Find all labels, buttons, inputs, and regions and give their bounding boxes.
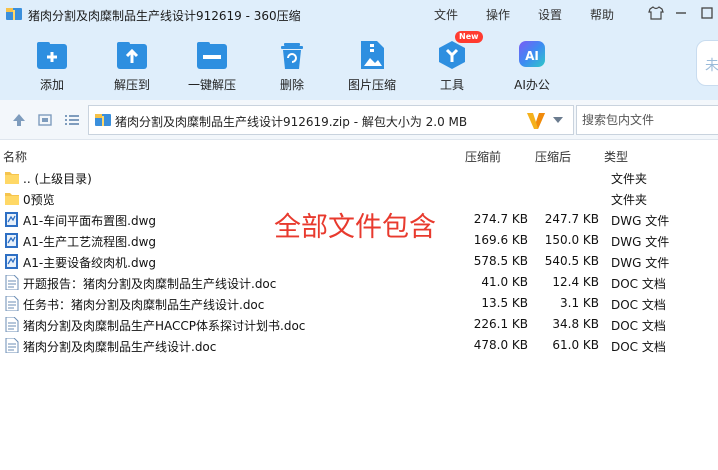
maximize-icon[interactable] <box>696 3 718 23</box>
menu-operate[interactable]: 操作 <box>486 6 510 23</box>
file-name: .. (上级目录) <box>23 172 92 186</box>
file-row[interactable]: 猪肉分割及肉糜制品生产HACCP体系探讨计划书.doc 226.1 KB 34.8 … <box>0 314 718 335</box>
side-panel-tab[interactable]: 未 <box>696 40 718 86</box>
file-type: DOC 文档 <box>611 319 666 333</box>
path-dropdown-icon[interactable] <box>553 117 563 123</box>
tools-button[interactable]: 工具 <box>422 38 482 96</box>
tools-icon <box>439 41 465 69</box>
file-row[interactable]: 开题报告：猪肉分割及肉糜制品生产线设计.doc 41.0 KB 12.4 KB DOC… <box>0 272 718 293</box>
file-size-after: 61.0 KB <box>552 338 599 352</box>
column-header-name[interactable]: 名称 <box>3 148 27 165</box>
file-type: DWG 文件 <box>611 235 670 249</box>
v-logo-icon[interactable] <box>524 108 548 132</box>
file-name: 任务书：猪肉分割及肉糜制品生产线设计.doc <box>23 298 265 312</box>
doc-file-icon <box>4 295 20 312</box>
file-row[interactable]: 任务书：猪肉分割及肉糜制品生产线设计.doc 13.5 KB 3.1 KB DOC 文… <box>0 293 718 314</box>
image-compress-icon <box>361 41 384 69</box>
up-arrow-icon[interactable] <box>11 112 27 128</box>
file-size-before: 274.7 KB <box>473 212 528 226</box>
ai-icon-text: AI <box>525 49 539 63</box>
file-type: DOC 文档 <box>611 340 666 354</box>
file-size-after: 34.8 KB <box>552 317 599 331</box>
file-name: A1-主要设备绞肉机.dwg <box>23 256 157 270</box>
file-name: 开题报告：猪肉分割及肉糜制品生产线设计.doc <box>23 277 277 291</box>
overlay-caption: 全部文件包含 <box>274 212 436 243</box>
one-click-extract-button[interactable]: 一键解压 <box>182 38 242 96</box>
image-compress-button[interactable]: 图片压缩 <box>342 38 402 96</box>
file-name: A1-生产工艺流程图.dwg <box>23 235 157 249</box>
dwg-file-icon <box>4 233 20 248</box>
app-window: 猪肉分割及肉糜制品生产线设计912619 - 360压缩 文件 操作 设置 帮助… <box>0 0 718 470</box>
column-header-type[interactable]: 类型 <box>604 148 628 165</box>
doc-file-icon <box>4 274 20 291</box>
side-tab-text: 未 <box>705 58 718 74</box>
new-badge: New <box>455 31 483 43</box>
doc-file-icon <box>4 316 20 333</box>
path-text: 猪肉分割及肉糜制品生产线设计912619.zip - 解包大小为 2.0 MB <box>115 115 468 129</box>
column-header-compressed[interactable]: 压缩前 <box>465 148 501 165</box>
file-row[interactable]: A1-主要设备绞肉机.dwg 578.5 KB 540.5 KB DWG 文件 <box>0 251 718 272</box>
add-icon <box>37 42 67 69</box>
delete-label: 删除 <box>279 78 304 92</box>
add-label: 添加 <box>39 78 64 92</box>
file-size-before: 13.5 KB <box>481 296 528 310</box>
menu-file[interactable]: 文件 <box>434 6 458 23</box>
extract-to-label: 解压到 <box>113 78 150 92</box>
file-size-before: 226.1 KB <box>473 317 528 331</box>
add-button[interactable]: 添加 <box>22 38 82 96</box>
ai-office-icon: AI <box>519 41 545 67</box>
title-toolbar-area: 猪肉分割及肉糜制品生产线设计912619 - 360压缩 文件 操作 设置 帮助… <box>0 0 718 100</box>
file-type: DOC 文档 <box>611 298 666 312</box>
folder-icon <box>4 191 20 206</box>
file-type: 文件夹 <box>611 172 648 186</box>
dwg-file-icon <box>4 212 20 227</box>
window-title: 猪肉分割及肉糜制品生产线设计912619 - 360压缩 <box>28 9 301 23</box>
one-click-extract-label: 一键解压 <box>187 78 236 92</box>
file-size-after: 12.4 KB <box>552 275 599 289</box>
thumbnail-view-icon[interactable] <box>37 112 53 128</box>
delete-button[interactable]: 删除 <box>262 38 322 96</box>
ai-office-label: AI办公 <box>514 78 550 92</box>
file-row[interactable]: 猪肉分割及肉糜制品生产线设计.doc 478.0 KB 61.0 KB DOC 文档 <box>0 335 718 356</box>
image-compress-label: 图片压缩 <box>347 78 396 92</box>
search-field[interactable] <box>576 105 718 135</box>
file-size-before: 41.0 KB <box>481 275 528 289</box>
one-click-extract-icon <box>197 42 227 69</box>
file-size-after: 540.5 KB <box>544 254 599 268</box>
list-view-icon[interactable] <box>64 112 80 128</box>
file-size-after: 247.7 KB <box>544 212 599 226</box>
doc-file-icon <box>4 337 20 354</box>
extract-to-button[interactable]: 解压到 <box>102 38 162 96</box>
column-header-uncompressed[interactable]: 压缩后 <box>535 148 571 165</box>
file-name: 猪肉分割及肉糜制品生产HACCP体系探讨计划书.doc <box>23 319 306 333</box>
file-row[interactable]: .. (上级目录) 文件夹 <box>0 167 718 188</box>
file-size-after: 150.0 KB <box>544 233 599 247</box>
file-type: 文件夹 <box>611 193 648 207</box>
file-type: DWG 文件 <box>611 256 670 270</box>
zip-app-icon <box>6 8 22 20</box>
zip-file-icon <box>95 114 111 126</box>
file-size-before: 169.6 KB <box>473 233 528 247</box>
ai-office-button[interactable]: AI AI办公 <box>502 38 562 96</box>
file-name: 0预览 <box>23 193 55 207</box>
file-type: DWG 文件 <box>611 214 670 228</box>
menu-settings[interactable]: 设置 <box>538 6 562 23</box>
file-name: 猪肉分割及肉糜制品生产线设计.doc <box>23 340 217 354</box>
extract-to-icon <box>117 42 147 69</box>
file-size-before: 478.0 KB <box>473 338 528 352</box>
path-field[interactable]: 猪肉分割及肉糜制品生产线设计912619.zip - 解包大小为 2.0 MB <box>88 105 574 135</box>
folder-icon <box>4 170 20 185</box>
dwg-file-icon <box>4 254 20 269</box>
file-type: DOC 文档 <box>611 277 666 291</box>
search-input[interactable] <box>577 106 718 134</box>
minimize-icon[interactable] <box>670 3 692 23</box>
trash-icon <box>281 43 303 69</box>
file-size-before: 578.5 KB <box>473 254 528 268</box>
file-size-after: 3.1 KB <box>560 296 599 310</box>
file-name: A1-车间平面布置图.dwg <box>23 214 157 228</box>
skin-shirt-icon[interactable] <box>645 3 667 23</box>
menu-help[interactable]: 帮助 <box>590 6 614 23</box>
tools-label: 工具 <box>439 78 464 92</box>
